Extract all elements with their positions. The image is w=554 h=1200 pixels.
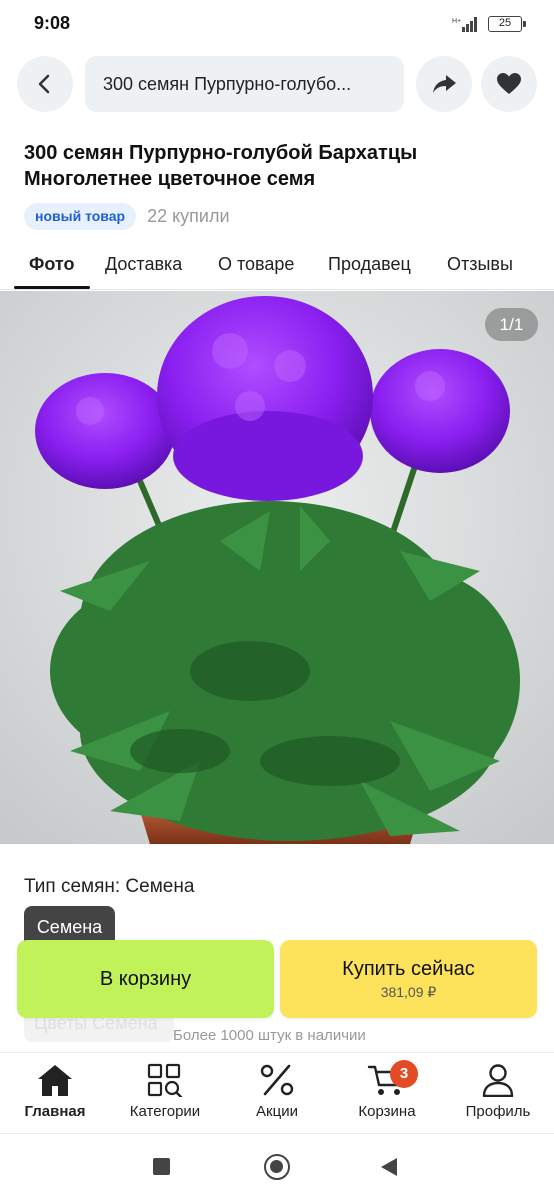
profile-icon [482,1064,514,1097]
nav-profile-label: Профиль [465,1103,531,1120]
tab-about[interactable]: О товаре [218,254,294,275]
recent-apps-icon[interactable] [153,1158,170,1175]
bottom-navigation: Главная Категории Акции 3 Корзина Профил… [0,1052,554,1134]
buy-now-button[interactable]: Купить сейчас 381,09 ₽ [280,940,537,1018]
buy-now-price: 381,09 ₽ [380,983,437,1000]
badge-row: новый товар 22 купили [24,202,230,230]
active-tab-indicator [14,286,90,289]
nav-promos[interactable]: Акции [222,1063,332,1120]
chevron-left-icon [38,74,50,94]
system-home-icon[interactable] [264,1154,290,1180]
home-icon [38,1065,72,1096]
tab-reviews[interactable]: Отзывы [447,254,513,275]
nav-home[interactable]: Главная [0,1063,110,1120]
product-tabs: Фото Доставка О товаре Продавец Отзывы [0,242,554,290]
nav-categories[interactable]: Категории [110,1063,220,1120]
new-item-badge: новый товар [24,202,137,230]
favorite-button[interactable] [481,56,537,112]
top-bar: 300 семян Пурпурно-голубо... [0,56,554,112]
tab-photo[interactable]: Фото [29,254,74,275]
stock-text: Более 1000 штук в наличии [173,1027,366,1044]
nav-home-label: Главная [24,1103,86,1120]
product-photo[interactable] [0,291,554,844]
bought-count: 22 купили [147,205,230,226]
image-counter: 1/1 [485,308,538,341]
seed-type-label: Тип семян: Семена [24,876,195,897]
tab-delivery[interactable]: Доставка [105,254,182,275]
categories-icon [147,1063,183,1097]
cart-count-badge: 3 [390,1060,418,1088]
system-back-icon[interactable] [381,1158,397,1176]
share-arrow-icon [433,75,456,93]
product-title: 300 семян Пурпурно-голубой Бархатцы Мног… [24,142,418,190]
buy-now-label: Купить сейчас [342,957,475,980]
status-bar: 9:08 H+ 25 [0,0,554,48]
system-navigation [0,1134,554,1200]
battery-icon: 25 [488,16,526,32]
network-type: H+ [452,18,461,25]
percent-icon [260,1064,294,1096]
share-button[interactable] [416,56,472,112]
nav-categories-label: Категории [129,1103,201,1120]
nav-promos-label: Акции [256,1103,298,1120]
nav-cart-label: Корзина [358,1103,416,1120]
signal-icon: H+ [452,17,477,32]
tab-seller[interactable]: Продавец [328,254,411,275]
marigold-illustration [0,291,554,844]
nav-profile[interactable]: Профиль [443,1063,553,1120]
heart-icon [497,73,521,94]
nav-cart[interactable]: 3 Корзина [332,1060,442,1120]
add-to-cart-button[interactable]: В корзину [17,940,274,1018]
status-time: 9:08 [34,13,71,33]
back-button[interactable] [17,56,73,112]
search-field[interactable]: 300 семян Пурпурно-голубо... [85,56,404,112]
add-to-cart-label: В корзину [99,967,192,990]
